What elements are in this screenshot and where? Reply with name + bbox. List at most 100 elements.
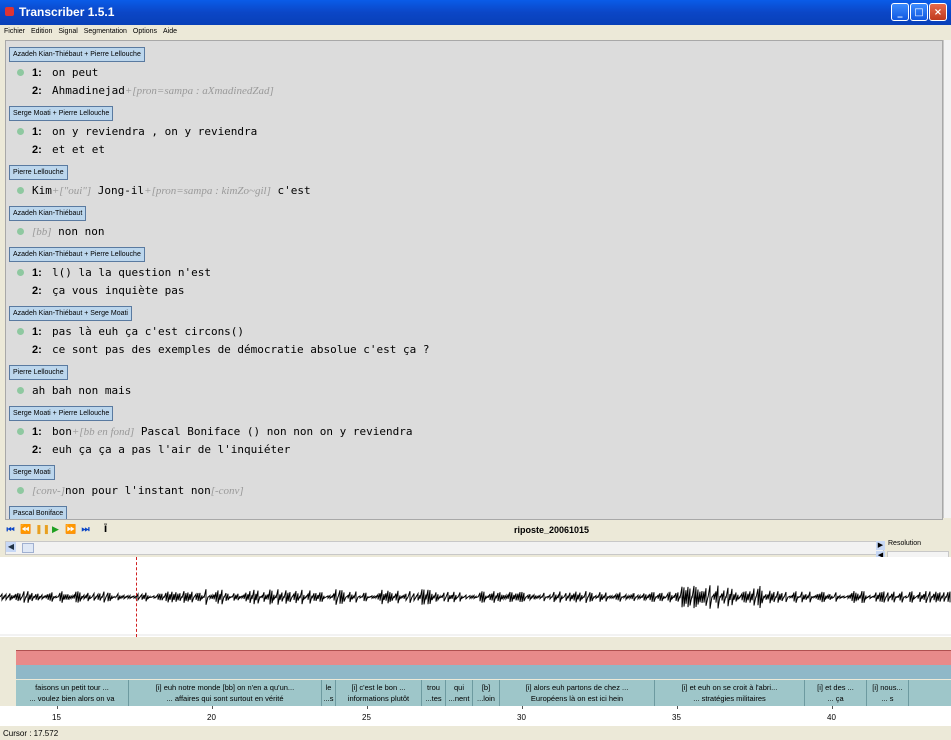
transcript-line[interactable]: 1: bon+[bb en fond] Pascal Boniface () no… — [6, 423, 942, 441]
maximize-button[interactable]: □ — [910, 3, 928, 21]
speaker-button[interactable]: Pascal Boniface — [9, 506, 68, 519]
axis-label: 40 — [827, 713, 836, 722]
segment-text-line1: trou — [427, 683, 440, 692]
speaker-button[interactable]: Serge Moati — [9, 465, 55, 480]
transcript-line[interactable]: 2: euh ça ça a pas l'air de l'inquiéter — [6, 441, 942, 459]
menu-aide[interactable]: Aide — [163, 28, 177, 35]
menu-edition[interactable]: Edition — [31, 28, 52, 35]
turn-track[interactable] — [16, 665, 951, 679]
speech-text: c'est — [270, 184, 311, 197]
transcript-line[interactable]: 2: Ahmadinejad+[pron=sampa : aXmadinedZad… — [6, 82, 942, 100]
segment[interactable]: [i] et euh on se croit à l'abri... ... st… — [655, 680, 805, 706]
line-text[interactable]: ce sont pas des exemples de démocratie a… — [52, 341, 430, 359]
menu-options[interactable]: Options — [133, 28, 157, 35]
playback-cursor[interactable] — [136, 557, 137, 637]
transcript-line[interactable]: 2: ça vous inquiète pas — [6, 282, 942, 300]
speech-text: Ahmadinejad — [52, 84, 125, 97]
segment[interactable]: [i] alors euh partons de chez ... Europée… — [500, 680, 655, 706]
scroll-left-arrow-icon[interactable]: ◀ — [6, 542, 16, 552]
segment[interactable]: [i] et des ... ... ça — [805, 680, 867, 706]
line-text[interactable]: [bb] non non — [32, 223, 105, 241]
speech-text: on peut — [52, 66, 99, 79]
line-text[interactable]: Kim+["oui"] Jong-il+[pron=sampa : kimZo~… — [32, 182, 311, 200]
scroll-right-arrow-icon[interactable]: ▶ — [876, 541, 885, 550]
transcript-editor[interactable]: Azadeh Kian-Thiébaut + Pierre Lellouche 1… — [5, 40, 943, 520]
sync-bullet-icon[interactable] — [17, 187, 24, 194]
menu-fichier[interactable]: Fichier — [4, 28, 25, 35]
go-end-icon[interactable]: ⏭ — [80, 525, 91, 536]
transcript-line[interactable]: ah bah non mais — [6, 382, 942, 400]
speaker-button[interactable]: Pierre Lellouche — [9, 165, 68, 180]
sync-bullet-icon[interactable] — [17, 428, 24, 435]
segment[interactable]: [b] ...loin — [473, 680, 500, 706]
line-text[interactable]: bon+[bb en fond] Pascal Boniface () non … — [52, 423, 412, 441]
transcript-line[interactable]: [bb] non non — [6, 223, 942, 241]
play-icon[interactable]: ▶ — [50, 525, 61, 536]
menu-segmentation[interactable]: Segmentation — [84, 28, 127, 35]
transcript-line[interactable]: 1: on peut — [6, 64, 942, 82]
transcript-line[interactable]: 2: ce sont pas des exemples de démocratie… — [6, 341, 942, 359]
speaker-button[interactable]: Azadeh Kian-Thiébaut — [9, 206, 87, 221]
segment[interactable]: le ...s — [322, 680, 336, 706]
sync-bullet-icon[interactable] — [17, 387, 24, 394]
topic-track[interactable] — [16, 650, 951, 665]
axis-tick — [57, 706, 58, 709]
segment[interactable]: [i] c'est le bon ... informations plutôt — [336, 680, 422, 706]
segment[interactable]: qui ...nent — [446, 680, 473, 706]
transcript-line[interactable]: 2: et et et — [6, 141, 942, 159]
text-cursor-icon[interactable]: Ĩ — [100, 525, 111, 536]
sync-bullet-icon[interactable] — [17, 328, 24, 335]
speaker-button[interactable]: Pierre Lellouche — [9, 365, 68, 380]
line-text[interactable]: et et et — [52, 141, 105, 159]
transcript-line[interactable]: [conv-]non pour l'instant non[-conv] — [6, 482, 942, 500]
segment-text-line2: ... voulez bien alors on va — [29, 694, 115, 703]
minimize-button[interactable]: _ — [891, 3, 909, 21]
speaker-button[interactable]: Azadeh Kian-Thiébaut + Pierre Lellouche — [9, 247, 145, 262]
line-text[interactable]: ah bah non mais — [32, 382, 131, 400]
segment[interactable]: trou ...tes — [422, 680, 446, 706]
line-text[interactable]: on y reviendra , on y reviendra — [52, 123, 257, 141]
line-text[interactable]: pas là euh ça c'est circons() — [52, 323, 244, 341]
segment[interactable]: [i] euh notre monde [bb] on n'en a qu'un… — [129, 680, 322, 706]
line-text[interactable]: l() la la question n'est — [52, 264, 211, 282]
waveform-graphic — [0, 585, 951, 636]
segment-text-line1: [i] c'est le bon ... — [351, 683, 406, 692]
menu-signal[interactable]: Signal — [58, 28, 77, 35]
close-button[interactable]: × — [929, 3, 947, 21]
line-text[interactable]: on peut — [52, 64, 98, 82]
speaker-button[interactable]: Azadeh Kian-Thiébaut + Pierre Lellouche — [9, 47, 145, 62]
transcript-line[interactable]: 1: pas là euh ça c'est circons() — [6, 323, 942, 341]
forward-icon[interactable]: ⏩ — [65, 525, 76, 536]
transcript-scrollbar[interactable] — [943, 40, 951, 518]
segment[interactable]: [i] nous... ... s — [867, 680, 909, 706]
line-text[interactable]: ça vous inquiète pas — [52, 282, 184, 300]
segment-text-line1: [i] et euh on se croit à l'abri... — [681, 683, 778, 692]
sync-bullet-icon[interactable] — [17, 69, 24, 76]
transcript-line[interactable]: 1: l() la la question n'est — [6, 264, 942, 282]
speaker-button[interactable]: Serge Moati + Pierre Lellouche — [9, 106, 114, 121]
rewind-icon[interactable]: ⏪ — [20, 525, 31, 536]
line-text[interactable]: euh ça ça a pas l'air de l'inquiéter — [52, 441, 290, 459]
scroll-thumb[interactable] — [22, 543, 34, 553]
transcript-line[interactable]: 1: on y reviendra , on y reviendra — [6, 123, 942, 141]
sync-bullet-icon[interactable] — [17, 487, 24, 494]
turn: Azadeh Kian-Thiébaut + Serge Moati 1: pas … — [6, 300, 942, 359]
event-tag: [conv-] — [32, 485, 65, 497]
speaker-button[interactable]: Serge Moati + Pierre Lellouche — [9, 406, 114, 421]
sync-bullet-icon[interactable] — [17, 228, 24, 235]
event-tag: [bb] — [32, 226, 52, 238]
sync-bullet-icon[interactable] — [17, 128, 24, 135]
signal-hscrollbar[interactable]: ◀ — [5, 541, 884, 555]
waveform[interactable] — [0, 557, 951, 637]
speaker-number: 2: — [32, 285, 42, 297]
go-start-icon[interactable]: ⏮ — [5, 525, 16, 536]
line-text[interactable]: [conv-]non pour l'instant non[-conv] — [32, 482, 244, 500]
line-text[interactable]: Ahmadinejad+[pron=sampa : aXmadinedZad] — [52, 82, 274, 100]
speaker-button[interactable]: Azadeh Kian-Thiébaut + Serge Moati — [9, 306, 132, 321]
speech-text: Pascal Boniface () non non on y reviendr… — [134, 425, 413, 438]
segment[interactable]: faisons un petit tour ... ... voulez bien… — [16, 680, 129, 706]
pause-icon[interactable]: ❚❚ — [35, 525, 50, 536]
transcript-line[interactable]: Kim+["oui"] Jong-il+[pron=sampa : kimZo~… — [6, 182, 942, 200]
sync-bullet-icon[interactable] — [17, 269, 24, 276]
segment-text-line1: le — [325, 683, 332, 692]
